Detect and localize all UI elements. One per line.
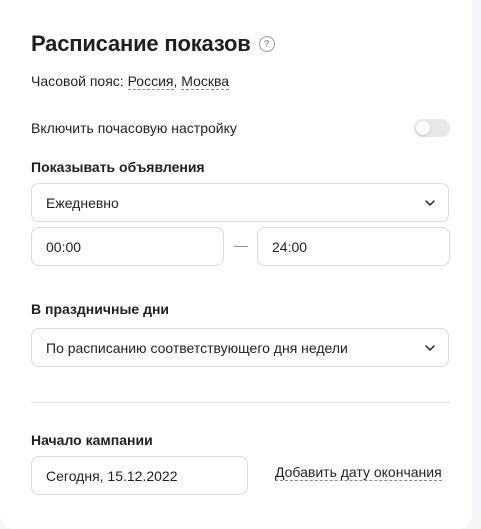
time-from-value: 00:00: [46, 238, 82, 255]
holidays-value: По расписанию соответствующего дня недел…: [46, 339, 348, 356]
time-to-value: 24:00: [272, 238, 308, 255]
timezone-city-link[interactable]: Москва: [181, 73, 230, 90]
timezone-comma: ,: [173, 73, 178, 89]
holidays-select[interactable]: По расписанию соответствующего дня недел…: [31, 328, 449, 367]
campaign-start-input[interactable]: Сегодня, 15.12.2022: [31, 456, 248, 495]
timezone-row: Часовой пояс: Россия, Москва: [31, 73, 230, 90]
timezone-label: Часовой пояс:: [31, 73, 124, 89]
timezone-country-link[interactable]: Россия: [127, 73, 174, 90]
show-ads-value: Ежедневно: [46, 194, 119, 211]
hourly-toggle[interactable]: [414, 119, 450, 137]
show-ads-select[interactable]: Ежедневно: [31, 183, 449, 222]
time-separator: —: [234, 237, 248, 253]
show-ads-label: Показывать объявления: [31, 159, 205, 175]
page-title: Расписание показов ?: [31, 31, 275, 57]
hourly-setting-row: Включить почасовую настройку: [31, 118, 450, 138]
schedule-title: Расписание показов: [31, 31, 251, 56]
chevron-down-icon: [425, 344, 435, 351]
holidays-label: В праздничные дни: [31, 301, 170, 317]
hourly-toggle-label: Включить почасовую настройку: [31, 120, 237, 136]
add-end-date-link[interactable]: Добавить дату окончания: [275, 464, 442, 481]
toggle-knob: [416, 121, 430, 135]
help-icon[interactable]: ?: [258, 36, 275, 52]
campaign-start-label: Начало кампании: [31, 432, 153, 448]
time-from-input[interactable]: 00:00: [31, 227, 224, 266]
schedule-card: Расписание показов ? Часовой пояс: Росси…: [0, 0, 472, 529]
campaign-start-value: Сегодня, 15.12.2022: [46, 467, 178, 484]
chevron-down-icon: [425, 199, 435, 206]
time-to-input[interactable]: 24:00: [257, 227, 450, 266]
section-divider: [31, 402, 450, 403]
